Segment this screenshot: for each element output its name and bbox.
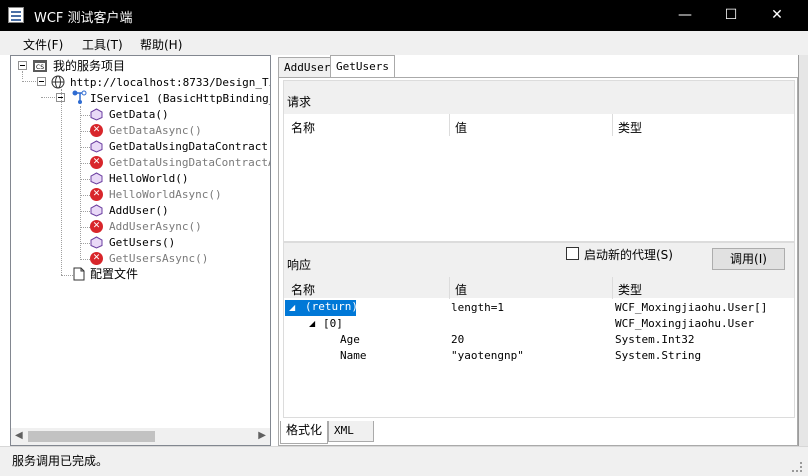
response-row-item-name[interactable]: [0] xyxy=(323,317,343,331)
tree-endpoint-label[interactable]: http://localhost:8733/Design_Time xyxy=(70,76,270,90)
method-icon xyxy=(90,172,103,185)
resize-grip-icon[interactable] xyxy=(792,462,802,472)
operation-tabs: AddUser GetUsers xyxy=(278,55,798,78)
file-icon xyxy=(73,267,85,281)
tab-xml[interactable]: XML xyxy=(328,421,374,442)
response-col-type: 类型 xyxy=(618,283,643,297)
tree-horizontal-scrollbar[interactable]: ◀ ▶ xyxy=(11,428,270,445)
operation-content: 请求 名称 值 类型 响应 启动新的代理(S) 调用(I) 名称 值 类型 ◢ … xyxy=(278,77,798,446)
app-icon xyxy=(8,7,24,23)
op-helloworld[interactable]: HelloWorld() xyxy=(109,172,188,186)
response-row-item-type: WCF_Moxingjiaohu.User xyxy=(615,317,755,330)
project-icon: CS xyxy=(33,60,47,72)
response-row-name-value: "yaotengnp" xyxy=(451,349,524,362)
response-row-age-name[interactable]: Age xyxy=(340,333,360,347)
title-bar: WCF 测试客户端 — ☐ ✕ xyxy=(0,0,808,31)
collapse-endpoint-toggle[interactable] xyxy=(37,77,46,86)
service-tree[interactable]: CS 我的服务项目 http://localhost:8733/Design_T… xyxy=(10,55,271,446)
op-getdataasync[interactable]: GetDataAsync() xyxy=(109,124,202,138)
collapse-root-toggle[interactable] xyxy=(18,61,27,70)
error-icon: ✕ xyxy=(90,124,103,137)
op-getdatausingdatacontractasync[interactable]: GetDataUsingDataContractAsy xyxy=(109,156,270,170)
response-panel: 响应 启动新的代理(S) 调用(I) 名称 值 类型 ◢ (return) le… xyxy=(283,242,795,418)
response-col-value: 值 xyxy=(455,283,468,297)
op-adduser[interactable]: AddUser() xyxy=(109,204,169,218)
menu-bar: 文件(F) 工具(T) 帮助(H) xyxy=(0,31,808,55)
method-icon xyxy=(90,236,103,249)
menu-tools[interactable]: 工具(T) xyxy=(82,36,123,53)
request-panel: 请求 名称 值 类型 xyxy=(283,80,795,242)
op-getdata[interactable]: GetData() xyxy=(109,108,169,122)
response-row-name-name[interactable]: Name xyxy=(340,349,367,363)
invoke-button[interactable]: 调用(I) xyxy=(712,248,785,270)
response-row-return-type: WCF_Moxingjiaohu.User[] xyxy=(615,301,768,314)
request-col-value: 值 xyxy=(455,121,468,135)
status-text: 服务调用已完成。 xyxy=(12,454,109,468)
response-title: 响应 xyxy=(287,258,312,272)
expanded-triangle-icon[interactable]: ◢ xyxy=(309,317,315,331)
request-title: 请求 xyxy=(287,95,312,109)
response-row-age-type: System.Int32 xyxy=(615,333,695,346)
error-icon: ✕ xyxy=(90,220,103,233)
response-row-name-type: System.String xyxy=(615,349,702,362)
globe-icon xyxy=(51,75,65,89)
error-icon: ✕ xyxy=(90,156,103,169)
window-title: WCF 测试客户端 xyxy=(34,11,133,26)
new-proxy-checkbox[interactable] xyxy=(566,247,579,260)
scroll-right-icon[interactable]: ▶ xyxy=(258,430,266,441)
op-getdatausingdatacontract[interactable]: GetDataUsingDataContract() xyxy=(109,140,270,154)
menu-help[interactable]: 帮助(H) xyxy=(140,36,182,53)
expanded-triangle-icon[interactable]: ◢ xyxy=(289,301,295,315)
request-col-name: 名称 xyxy=(291,121,316,135)
status-bar: 服务调用已完成。 xyxy=(0,446,808,476)
op-adduserasync[interactable]: AddUserAsync() xyxy=(109,220,202,234)
minimize-button[interactable]: — xyxy=(662,0,708,31)
contract-icon xyxy=(72,90,87,104)
scroll-left-icon[interactable]: ◀ xyxy=(15,430,23,441)
svg-text:CS: CS xyxy=(36,64,44,71)
new-proxy-label[interactable]: 启动新的代理(S) xyxy=(584,246,673,263)
tree-config-label[interactable]: 配置文件 xyxy=(90,267,138,281)
tree-root-label[interactable]: 我的服务项目 xyxy=(53,59,125,73)
op-getusers[interactable]: GetUsers() xyxy=(109,236,175,250)
method-icon xyxy=(90,204,103,217)
op-getusersasync[interactable]: GetUsersAsync() xyxy=(109,252,208,266)
tree-contract-label[interactable]: IService1 (BasicHttpBinding_IS xyxy=(90,92,270,106)
tab-getusers[interactable]: GetUsers xyxy=(330,55,395,78)
method-icon xyxy=(90,140,103,153)
maximize-button[interactable]: ☐ xyxy=(708,0,754,31)
view-tabs: 格式化 XML xyxy=(278,421,798,445)
tab-adduser[interactable]: AddUser xyxy=(278,57,337,78)
error-icon: ✕ xyxy=(90,188,103,201)
close-button[interactable]: ✕ xyxy=(754,0,800,31)
response-col-name: 名称 xyxy=(291,283,316,297)
error-icon: ✕ xyxy=(90,252,103,265)
method-icon xyxy=(90,108,103,121)
menu-file[interactable]: 文件(F) xyxy=(23,36,63,53)
response-row-age-value: 20 xyxy=(451,333,465,346)
background-window-edge xyxy=(798,55,808,476)
response-row-return-name[interactable]: (return) xyxy=(285,300,358,316)
scrollbar-thumb[interactable] xyxy=(28,431,155,442)
request-col-type: 类型 xyxy=(618,121,643,135)
op-helloworldasync[interactable]: HelloWorldAsync() xyxy=(109,188,222,202)
request-grid[interactable] xyxy=(284,114,794,241)
response-row-return-value: length=1 xyxy=(451,301,504,314)
tab-formatted[interactable]: 格式化 xyxy=(280,421,329,444)
